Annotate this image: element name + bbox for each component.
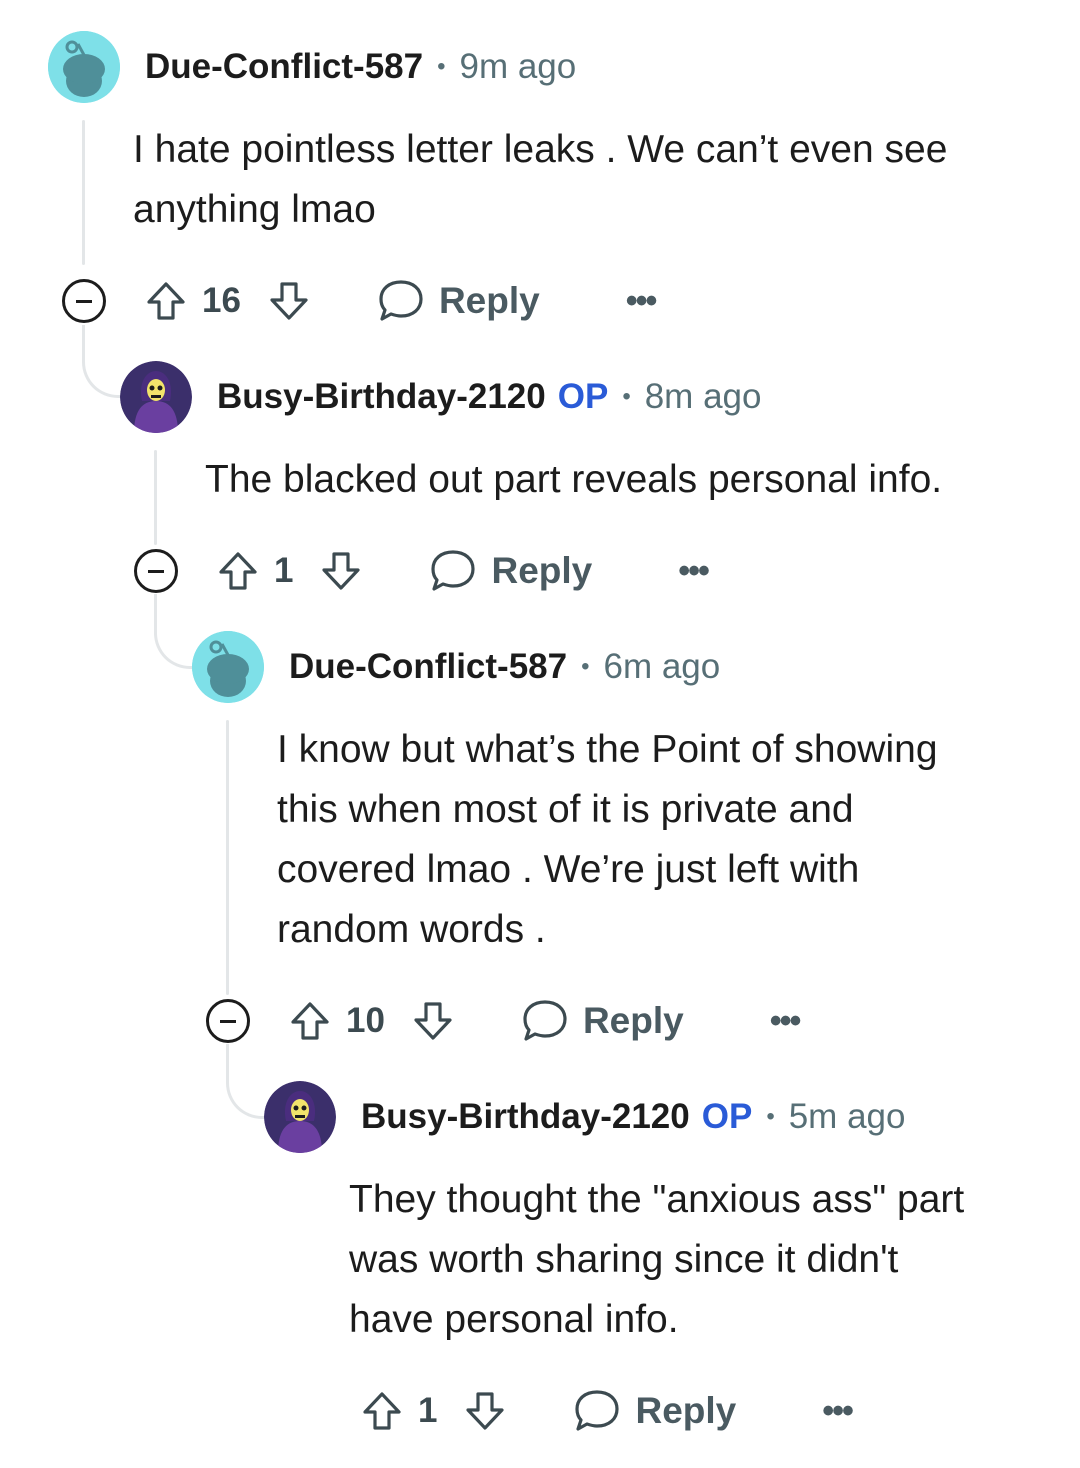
vote-count: 1 xyxy=(418,1391,438,1430)
snoo-avatar-icon[interactable] xyxy=(48,31,120,103)
username[interactable]: Due-Conflict-587 xyxy=(145,47,423,87)
vote-count: 1 xyxy=(274,551,294,590)
timestamp: 5m ago xyxy=(788,1097,906,1136)
separator-dot: • xyxy=(437,53,446,80)
comment-bubble-icon xyxy=(521,998,569,1044)
skeletor-avatar-icon[interactable] xyxy=(264,1081,336,1153)
reply-button[interactable]: Reply xyxy=(521,998,684,1044)
thread-curve xyxy=(154,594,195,669)
separator-dot: • xyxy=(581,653,590,680)
more-options-icon[interactable]: ••• xyxy=(822,1394,854,1428)
comment-line: have personal info. xyxy=(349,1298,679,1341)
comment-line: this when most of it is private and xyxy=(277,788,854,831)
comment-line: I hate pointless letter leaks . We can’t… xyxy=(133,128,948,171)
reply-button[interactable]: Reply xyxy=(573,1388,736,1434)
thread-line xyxy=(82,120,85,265)
reply-label: Reply xyxy=(635,1390,737,1431)
collapse-button[interactable] xyxy=(62,279,106,323)
comment-bubble-icon xyxy=(573,1388,621,1434)
vote-count: 16 xyxy=(202,281,241,320)
thread-line xyxy=(226,720,229,995)
comment-body: They thought the "anxious ass" part was … xyxy=(349,1170,964,1350)
comment-line: was worth sharing since it didn't xyxy=(349,1238,899,1281)
more-options-icon[interactable]: ••• xyxy=(626,284,658,318)
upvote-icon[interactable] xyxy=(288,999,332,1043)
downvote-icon[interactable] xyxy=(319,549,363,593)
separator-dot: • xyxy=(622,383,631,410)
comment-line: anything lmao xyxy=(133,188,376,231)
timestamp: 8m ago xyxy=(644,377,762,416)
comment-line: They thought the "anxious ass" part xyxy=(349,1178,965,1221)
username[interactable]: Busy-Birthday-2120 xyxy=(361,1097,690,1137)
comment-line: I know but what’s the Point of showing xyxy=(277,728,938,771)
username[interactable]: Busy-Birthday-2120 xyxy=(217,377,546,417)
collapse-button[interactable] xyxy=(206,999,250,1043)
thread-curve xyxy=(82,325,121,398)
comment-body: The blacked out part reveals personal in… xyxy=(205,450,942,510)
downvote-icon[interactable] xyxy=(267,279,311,323)
op-badge: OP xyxy=(701,1097,753,1136)
thread-line xyxy=(154,450,157,545)
reply-button[interactable]: Reply xyxy=(377,278,540,324)
upvote-icon[interactable] xyxy=(216,549,260,593)
downvote-icon[interactable] xyxy=(411,999,455,1043)
skeletor-avatar-icon[interactable] xyxy=(120,361,192,433)
reply-button[interactable]: Reply xyxy=(429,548,592,594)
snoo-avatar-icon[interactable] xyxy=(192,631,264,703)
upvote-icon[interactable] xyxy=(360,1389,404,1433)
timestamp: 6m ago xyxy=(603,647,721,686)
vote-count: 10 xyxy=(346,1001,385,1040)
separator-dot: • xyxy=(766,1103,775,1130)
comment-line: random words . xyxy=(277,908,546,951)
username[interactable]: Due-Conflict-587 xyxy=(289,647,567,687)
comment-line: The blacked out part reveals personal in… xyxy=(205,458,943,501)
more-options-icon[interactable]: ••• xyxy=(678,554,710,588)
thread-curve xyxy=(226,1044,267,1119)
comment-line: covered lmao . We’re just left with xyxy=(277,848,860,891)
reply-label: Reply xyxy=(438,280,540,321)
comment-body: I know but what’s the Point of showing t… xyxy=(277,720,938,960)
op-badge: OP xyxy=(557,377,609,416)
comment-bubble-icon xyxy=(377,278,425,324)
reply-label: Reply xyxy=(582,1000,684,1041)
upvote-icon[interactable] xyxy=(144,279,188,323)
comment-bubble-icon xyxy=(429,548,477,594)
timestamp: 9m ago xyxy=(459,47,577,86)
more-options-icon[interactable]: ••• xyxy=(770,1004,802,1038)
collapse-button[interactable] xyxy=(134,549,178,593)
reply-label: Reply xyxy=(491,550,593,591)
comment-body: I hate pointless letter leaks . We can’t… xyxy=(133,120,947,240)
downvote-icon[interactable] xyxy=(463,1389,507,1433)
